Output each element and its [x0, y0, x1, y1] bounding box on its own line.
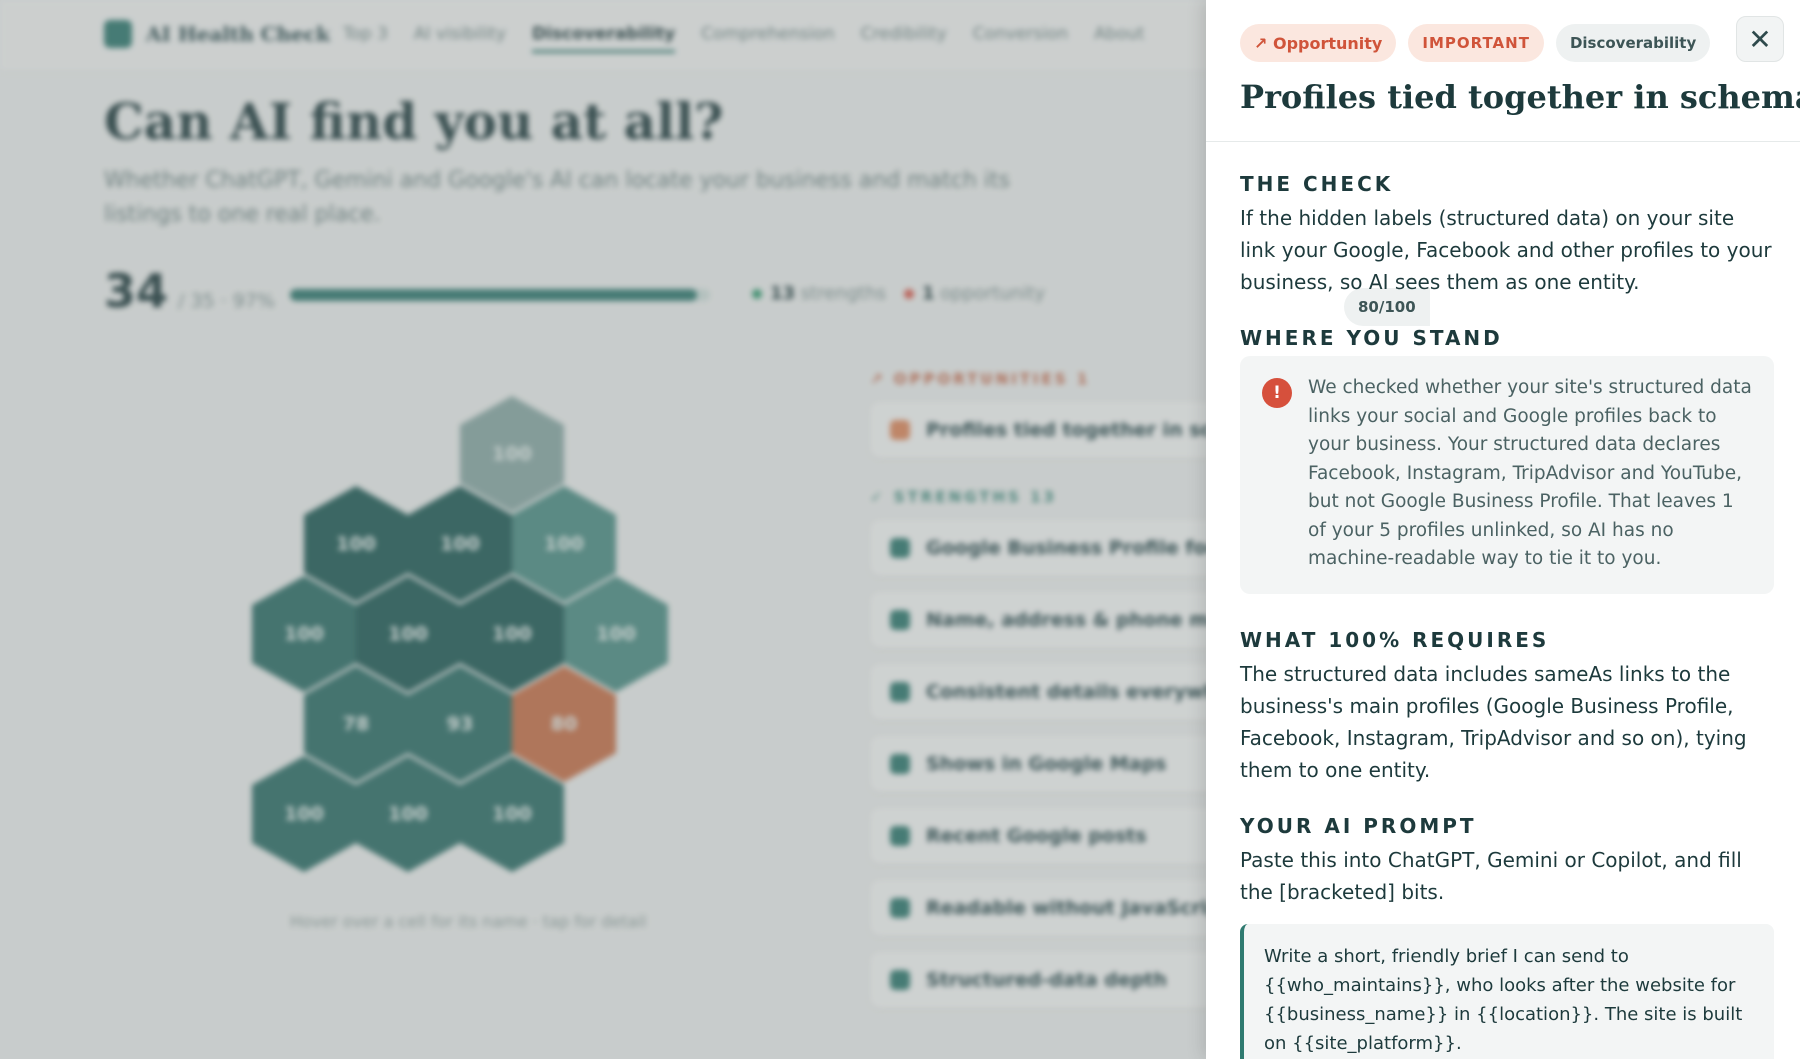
opportunity-badge: ↗ Opportunity — [1240, 24, 1397, 62]
importance-badge: IMPORTANT — [1408, 24, 1544, 62]
requires-text: The structured data includes sameAs link… — [1240, 661, 1747, 782]
detail-drawer: ↗ Opportunity IMPORTANT Discoverability … — [1206, 0, 1800, 1059]
category-badge: Discoverability — [1555, 24, 1711, 62]
prompt-heading: YOUR AI PROMPT — [1240, 813, 1477, 838]
stand-text: We checked whether your site's structure… — [1308, 377, 1752, 569]
stand-box: ! We checked whether your site's structu… — [1240, 356, 1774, 594]
prompt-box[interactable]: Write a short, friendly brief I can send… — [1240, 923, 1774, 1059]
drawer-header: ↗ Opportunity IMPORTANT Discoverability … — [1206, 0, 1800, 326]
prompt-text: Write a short, friendly brief I can send… — [1264, 945, 1743, 1054]
close-button[interactable]: ✕ — [1736, 16, 1784, 62]
check-text: If the hidden labels (structured data) o… — [1240, 206, 1772, 294]
stand-heading: WHERE YOU STAND — [1240, 326, 1503, 350]
close-icon: ✕ — [1748, 22, 1772, 56]
requires-heading: WHAT 100% REQUIRES — [1240, 627, 1550, 652]
drawer-badges: ↗ Opportunity IMPORTANT Discoverability … — [1240, 24, 1711, 326]
prompt-intro: Paste this into ChatGPT, Gemini or Copil… — [1240, 847, 1742, 904]
drawer-title: Profiles tied together in schema — [1240, 78, 1800, 116]
check-heading: THE CHECK — [1240, 172, 1394, 196]
drawer-body: THE CHECK If the hidden labels (structur… — [1240, 172, 1774, 1059]
alert-icon: ! — [1262, 378, 1292, 408]
